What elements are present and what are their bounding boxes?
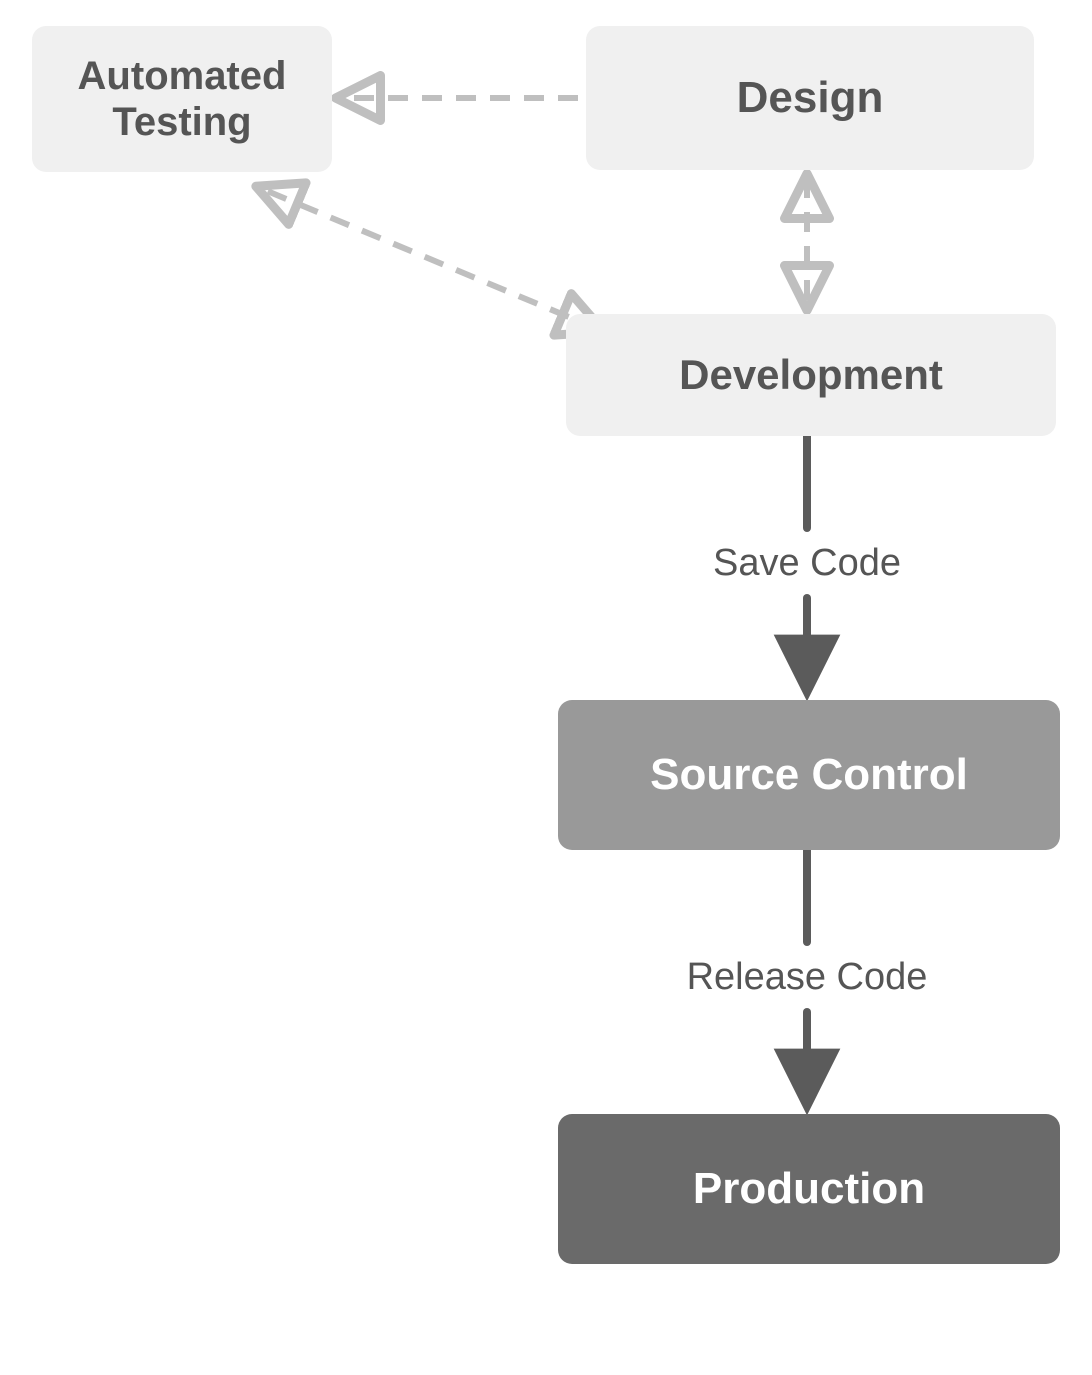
edge-development-automated-testing	[260, 188, 600, 330]
node-source-control: Source Control	[558, 700, 1060, 850]
node-development: Development	[566, 314, 1056, 436]
node-label: Design	[737, 73, 884, 124]
edge-label-save-code: Save Code	[657, 542, 957, 585]
edge-label-release-code: Release Code	[657, 956, 957, 999]
node-design: Design	[586, 26, 1034, 170]
node-label: Production	[693, 1164, 925, 1215]
node-production: Production	[558, 1114, 1060, 1264]
node-label: Source Control	[650, 750, 968, 801]
node-automated-testing: AutomatedTesting	[32, 26, 332, 172]
node-label: AutomatedTesting	[78, 53, 287, 145]
diagram-canvas: AutomatedTesting Design Development Sour…	[0, 0, 1092, 1375]
node-label: Development	[679, 351, 943, 399]
edge-label-text: Save Code	[713, 542, 901, 584]
edge-label-text: Release Code	[687, 956, 928, 998]
